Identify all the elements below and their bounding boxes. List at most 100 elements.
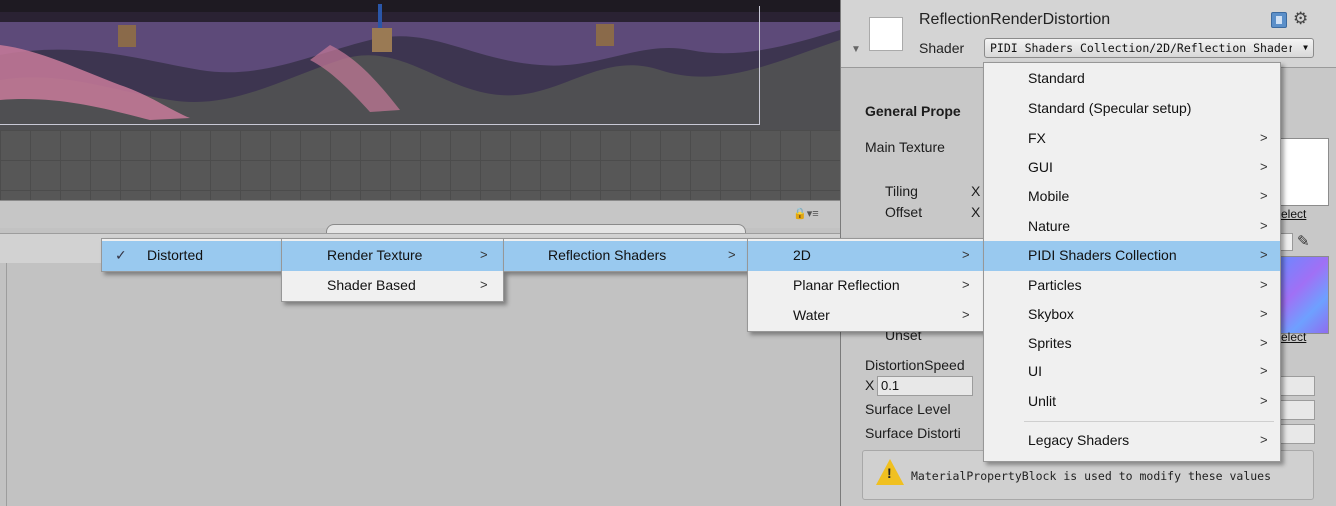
menu-item-render-texture[interactable]: Render Texture > (282, 241, 503, 271)
chevron-right-icon: > (1260, 159, 1268, 174)
menu-item-standard[interactable]: Standard (984, 64, 1280, 94)
menu-item-label: GUI (1028, 159, 1053, 175)
menu-item-label: Water (793, 307, 830, 323)
chevron-right-icon: > (1260, 335, 1268, 350)
section-title: General Prope (865, 103, 961, 119)
menu-item-label: Render Texture (327, 247, 423, 263)
surface-level-field[interactable] (1279, 400, 1315, 420)
chevron-right-icon: > (1260, 188, 1268, 203)
menu-item-distorted[interactable]: ✓ Distorted (102, 241, 281, 271)
menu-level-1: ✓ Distorted (101, 238, 282, 272)
scene-grid (0, 130, 840, 200)
menu-item-gui[interactable]: GUI > (984, 153, 1280, 183)
menu-item-label: Sprites (1028, 335, 1072, 351)
menu-item-planar-reflection[interactable]: Planar Reflection > (748, 271, 985, 301)
warning-text: MaterialPropertyBlock is used to modify … (911, 469, 1272, 483)
warning-exclamation: ! (887, 465, 892, 481)
chevron-down-icon: ▼ (1303, 43, 1308, 52)
color-field[interactable] (1279, 233, 1293, 251)
chevron-right-icon: > (480, 277, 488, 292)
tiling-label: Tiling (885, 183, 918, 199)
main-texture-slot[interactable] (1279, 138, 1329, 206)
offset-label: Offset (885, 204, 923, 220)
chevron-right-icon: > (1260, 393, 1268, 408)
distortion-texture-slot[interactable] (1279, 256, 1329, 334)
menu-item-label: Shader Based (327, 277, 416, 293)
menu-item-label: Particles (1028, 277, 1082, 293)
menu-item-label: PIDI Shaders Collection (1028, 247, 1177, 263)
surface-distortion-field[interactable] (1279, 424, 1315, 444)
scene-view[interactable] (0, 0, 840, 200)
menu-item-label: Standard (1028, 70, 1085, 86)
check-icon: ✓ (115, 247, 127, 263)
camera-bounds (0, 6, 760, 125)
eyedropper-icon[interactable]: ✎ (1297, 232, 1310, 250)
menu-item-mobile[interactable]: Mobile > (984, 182, 1280, 212)
menu-item-nature[interactable]: Nature > (984, 212, 1280, 242)
menu-item-reflection-shaders[interactable]: Reflection Shaders > (504, 241, 748, 271)
menu-item-sprites[interactable]: Sprites > (984, 329, 1280, 359)
menu-item-skybox[interactable]: Skybox > (984, 300, 1280, 330)
chevron-right-icon: > (1260, 130, 1268, 145)
menu-item-label: Nature (1028, 218, 1071, 234)
chevron-right-icon: > (962, 307, 970, 322)
menu-item-label: UI (1028, 363, 1042, 379)
distortion-x-field[interactable]: 0.1 (877, 376, 973, 396)
menu-item-label: Standard (Specular setup) (1028, 100, 1192, 116)
menu-item-label: Legacy Shaders (1028, 432, 1130, 448)
help-icon[interactable] (1271, 12, 1287, 28)
material-name: ReflectionRenderDistortion (919, 11, 1111, 28)
shader-dropdown-value: PIDI Shaders Collection/2D/Reflection Sh… (990, 41, 1292, 55)
menu-separator (1024, 421, 1274, 422)
menu-level-3: Reflection Shaders > (503, 238, 749, 272)
distortion-speed-label: DistortionSpeed (865, 357, 965, 373)
shader-menu: Standard Standard (Specular setup) FX > … (983, 62, 1281, 462)
menu-item-label: Skybox (1028, 306, 1074, 322)
chevron-right-icon: > (728, 247, 736, 262)
menu-item-particles[interactable]: Particles > (984, 271, 1280, 301)
menu-item-fx[interactable]: FX > (984, 124, 1280, 154)
menu-item-label: 2D (793, 247, 811, 263)
lock-icon[interactable]: 🔒▾≡ (793, 207, 819, 220)
menu-item-label: Unlit (1028, 393, 1057, 409)
menu-item-label: Distorted (147, 247, 204, 263)
menu-item-label: Reflection Shaders (548, 247, 667, 263)
menu-item-label: Mobile (1028, 188, 1070, 204)
menu-item-label: FX (1028, 130, 1046, 146)
shader-label: Shader (919, 40, 965, 56)
distortion-x-label: X (865, 377, 875, 393)
surface-distortion-label: Surface Distorti (865, 425, 961, 441)
foldout-arrow-icon[interactable]: ▼ (851, 44, 861, 55)
surface-level-label: Surface Level (865, 401, 951, 417)
menu-level-2: Render Texture > Shader Based > (281, 238, 504, 302)
shader-dropdown[interactable]: PIDI Shaders Collection/2D/Reflection Sh… (984, 38, 1314, 58)
menu-item-2d[interactable]: 2D > (748, 241, 985, 271)
chevron-right-icon: > (1260, 363, 1268, 378)
menu-item-pidi-shaders-collection[interactable]: PIDI Shaders Collection > (984, 241, 1280, 271)
chevron-right-icon: > (1260, 306, 1268, 321)
select-button[interactable]: elect (1281, 207, 1306, 221)
menu-item-legacy-shaders[interactable]: Legacy Shaders > (984, 426, 1280, 456)
chevron-right-icon: > (1260, 277, 1268, 292)
menu-item-standard-specular[interactable]: Standard (Specular setup) (984, 94, 1280, 124)
chevron-right-icon: > (480, 247, 488, 262)
main-texture-label: Main Texture (865, 139, 945, 155)
panel-divider (6, 263, 7, 506)
menu-item-label: Planar Reflection (793, 277, 900, 293)
distortion-y-field[interactable] (1279, 376, 1315, 396)
material-preview (869, 17, 903, 51)
chevron-right-icon: > (1260, 218, 1268, 233)
chevron-right-icon: > (1260, 247, 1268, 262)
tiling-x-label: X (971, 183, 981, 199)
chevron-right-icon: > (1260, 432, 1268, 447)
menu-level-4: 2D > Planar Reflection > Water > (747, 238, 986, 332)
offset-x-label: X (971, 204, 981, 220)
chevron-right-icon: > (962, 277, 970, 292)
menu-item-ui[interactable]: UI > (984, 357, 1280, 387)
chevron-right-icon: > (962, 247, 970, 262)
gear-icon[interactable]: ⚙ (1293, 9, 1308, 29)
menu-item-unlit[interactable]: Unlit > (984, 387, 1280, 417)
menu-item-shader-based[interactable]: Shader Based > (282, 271, 503, 301)
menu-item-water[interactable]: Water > (748, 301, 985, 331)
select-button-2[interactable]: elect (1281, 330, 1306, 344)
